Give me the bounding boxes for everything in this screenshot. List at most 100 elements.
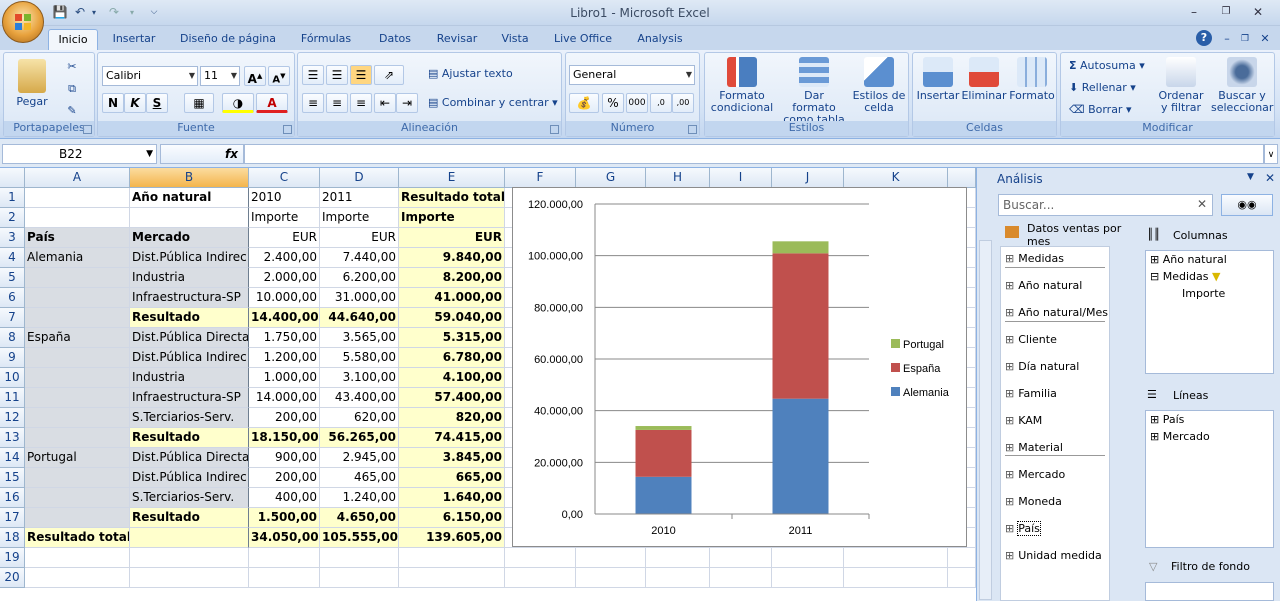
orientation-button[interactable]: ⇗: [374, 65, 404, 85]
search-button[interactable]: ◉◉: [1221, 194, 1273, 216]
decrease-decimal-button[interactable]: ,00: [672, 93, 694, 113]
thousands-button[interactable]: 000: [626, 93, 648, 113]
expand-icon[interactable]: ⊞: [1005, 468, 1014, 481]
panel-close-icon[interactable]: ✕: [1265, 171, 1275, 185]
dialog-launcher-icon[interactable]: [688, 125, 697, 134]
table-cell[interactable]: Mercado: [130, 228, 249, 248]
italic-button[interactable]: K: [124, 93, 146, 113]
formula-input[interactable]: [244, 144, 1264, 164]
column-header[interactable]: G: [576, 168, 646, 188]
column-header[interactable]: J: [772, 168, 844, 188]
find-select-button[interactable]: Buscar y seleccionar: [1211, 57, 1273, 114]
column-header[interactable]: C: [249, 168, 320, 188]
cell-styles-button[interactable]: Estilos de celda: [851, 57, 907, 114]
tree-item[interactable]: Importe: [1182, 287, 1225, 300]
expand-icon[interactable]: ⊞: [1005, 495, 1014, 508]
table-cell[interactable]: 56.265,00: [320, 428, 399, 448]
empty-cell[interactable]: [249, 568, 320, 588]
column-header[interactable]: D: [320, 168, 399, 188]
table-cell[interactable]: Resultado total: [25, 528, 130, 548]
empty-cell[interactable]: [710, 548, 772, 568]
empty-cell[interactable]: [25, 548, 130, 568]
align-top-button[interactable]: ☰: [302, 65, 324, 85]
table-cell[interactable]: 6.200,00: [320, 268, 399, 288]
empty-cell[interactable]: [646, 548, 710, 568]
align-right-button[interactable]: ≡: [350, 93, 372, 113]
table-cell[interactable]: 2011: [320, 188, 399, 208]
table-cell[interactable]: 7.440,00: [320, 248, 399, 268]
table-cell[interactable]: 4.100,00: [399, 368, 505, 388]
table-cell[interactable]: [25, 408, 130, 428]
dialog-launcher-icon[interactable]: [550, 125, 559, 134]
tab-live-office[interactable]: Live Office: [548, 29, 618, 50]
tab-diseno-pagina[interactable]: Diseño de página: [174, 29, 282, 50]
table-cell[interactable]: 1.000,00: [249, 368, 320, 388]
empty-cell[interactable]: [249, 548, 320, 568]
autosum-button[interactable]: Σ Autosuma ▾: [1069, 56, 1145, 76]
table-cell[interactable]: [25, 468, 130, 488]
insert-function-icon[interactable]: fx: [225, 147, 238, 161]
table-cell[interactable]: 14.000,00: [249, 388, 320, 408]
empty-cell[interactable]: [399, 548, 505, 568]
align-bottom-button[interactable]: ☰: [350, 65, 372, 85]
table-cell[interactable]: 665,00: [399, 468, 505, 488]
table-cell[interactable]: 6.780,00: [399, 348, 505, 368]
table-cell[interactable]: Infraestructura-SP: [130, 388, 249, 408]
format-cells-button[interactable]: Formato: [1009, 57, 1055, 102]
empty-cell[interactable]: [505, 548, 576, 568]
columns-box[interactable]: ⊞ Año natural ⊟ Medidas ▼ Importe: [1145, 250, 1274, 374]
panel-menu-icon[interactable]: ▼: [1247, 172, 1254, 182]
table-cell[interactable]: 57.400,00: [399, 388, 505, 408]
table-cell[interactable]: 43.400,00: [320, 388, 399, 408]
empty-cell[interactable]: [948, 568, 976, 588]
row-header[interactable]: 14: [0, 448, 25, 468]
table-cell[interactable]: País: [25, 228, 130, 248]
table-cell[interactable]: Infraestructura-SP: [130, 288, 249, 308]
expand-formula-bar-icon[interactable]: ∨: [1264, 144, 1278, 164]
table-cell[interactable]: [25, 348, 130, 368]
name-box[interactable]: B22 ▼: [2, 144, 157, 164]
table-cell[interactable]: S.Terciarios-Serv.: [130, 408, 249, 428]
tab-vista[interactable]: Vista: [494, 29, 536, 50]
ribbon-restore-icon[interactable]: ❐: [1238, 29, 1252, 50]
sort-filter-button[interactable]: Ordenar y filtrar: [1155, 57, 1207, 114]
increase-decimal-button[interactable]: ,0: [650, 93, 672, 113]
table-cell[interactable]: Resultado total: [399, 188, 505, 208]
empty-cell[interactable]: [772, 548, 844, 568]
column-header[interactable]: F: [505, 168, 576, 188]
field-item[interactable]: ⊞ Año natural: [1005, 279, 1082, 292]
align-left-button[interactable]: ≡: [302, 93, 324, 113]
field-item[interactable]: ⊞ Cliente: [1005, 333, 1057, 346]
empty-cell[interactable]: [646, 568, 710, 588]
align-middle-button[interactable]: ☰: [326, 65, 348, 85]
table-cell[interactable]: Año natural: [130, 188, 249, 208]
tab-analysis[interactable]: Analysis: [630, 29, 690, 50]
row-header[interactable]: 15: [0, 468, 25, 488]
chevron-down-icon[interactable]: ▼: [146, 145, 153, 163]
table-cell[interactable]: EUR: [249, 228, 320, 248]
row-header[interactable]: 20: [0, 568, 25, 588]
row-header[interactable]: 4: [0, 248, 25, 268]
table-cell[interactable]: España: [25, 328, 130, 348]
close-icon[interactable]: ✕: [1244, 3, 1272, 21]
field-item[interactable]: ⊞ Medidas: [1005, 252, 1064, 265]
clear-search-icon[interactable]: ✕: [1197, 197, 1207, 211]
table-cell[interactable]: 5.315,00: [399, 328, 505, 348]
table-cell[interactable]: 74.415,00: [399, 428, 505, 448]
empty-cell[interactable]: [844, 548, 948, 568]
row-header[interactable]: 13: [0, 428, 25, 448]
table-cell[interactable]: 400,00: [249, 488, 320, 508]
table-cell[interactable]: Dist.Pública Indirec: [130, 248, 249, 268]
field-item[interactable]: ⊞ Moneda: [1005, 495, 1062, 508]
insert-cells-button[interactable]: Insertar: [915, 57, 961, 102]
table-cell[interactable]: S.Terciarios-Serv.: [130, 488, 249, 508]
empty-cell[interactable]: [772, 568, 844, 588]
table-cell[interactable]: Resultado: [130, 308, 249, 328]
expand-icon[interactable]: ⊞: [1005, 414, 1014, 427]
row-header[interactable]: 10: [0, 368, 25, 388]
table-cell[interactable]: [25, 388, 130, 408]
table-cell[interactable]: 10.000,00: [249, 288, 320, 308]
row-header[interactable]: 11: [0, 388, 25, 408]
row-header[interactable]: 6: [0, 288, 25, 308]
table-cell[interactable]: 44.640,00: [320, 308, 399, 328]
